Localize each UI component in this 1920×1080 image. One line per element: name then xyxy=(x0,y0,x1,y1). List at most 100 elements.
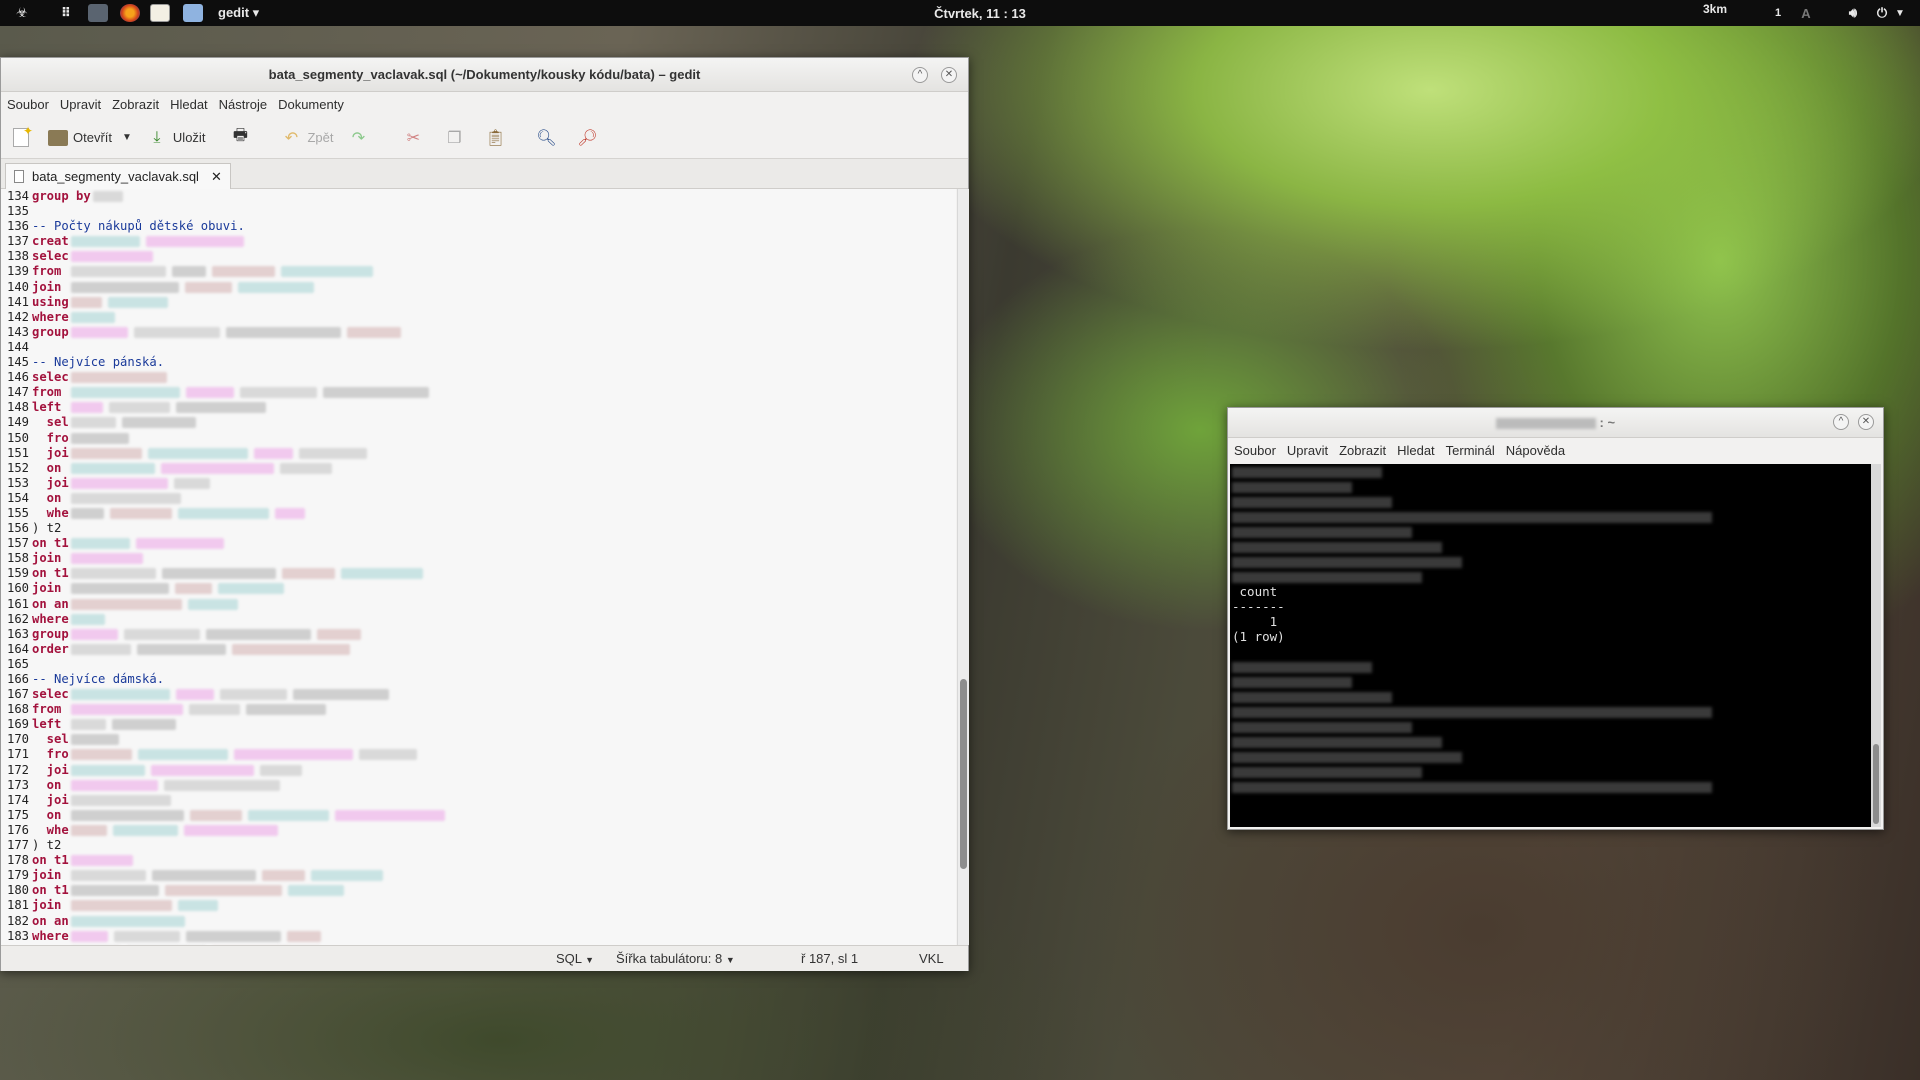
redacted-code xyxy=(112,824,178,836)
save-label: Uložit xyxy=(172,130,206,145)
tab-document[interactable]: bata_segmenty_vaclavak.sql ✕ xyxy=(5,163,231,189)
volume-icon[interactable]: 🔊︎ xyxy=(1845,0,1861,26)
terminal-launcher-icon[interactable] xyxy=(88,4,108,22)
term-menu-napoveda[interactable]: Nápověda xyxy=(1506,443,1565,458)
print-button[interactable]: 🖶︎ xyxy=(229,127,256,149)
redacted-code xyxy=(219,689,287,701)
line-number: 158 xyxy=(7,551,30,566)
paste-button[interactable]: 📋︎ xyxy=(484,127,511,149)
term-menu-terminal[interactable]: Terminál xyxy=(1446,443,1495,458)
code-line: 175 on xyxy=(1,808,956,823)
code-line: 152 on xyxy=(1,461,956,476)
new-document-button[interactable]: ✦ xyxy=(13,124,34,147)
menu-upravit[interactable]: Upravit xyxy=(60,97,101,112)
term-menu-zobrazit[interactable]: Zobrazit xyxy=(1339,443,1386,458)
code-line: 169 left xyxy=(1,717,956,732)
redacted-code xyxy=(70,689,170,701)
scrollbar-thumb[interactable] xyxy=(960,679,967,869)
redacted-code xyxy=(70,583,169,595)
redacted-code xyxy=(70,432,129,444)
app-menu[interactable]: gedit ▾ xyxy=(218,0,259,26)
open-recent-dropdown[interactable]: ▼ xyxy=(122,132,132,143)
editor-scrollbar[interactable] xyxy=(957,189,969,945)
code-line: 153 joi xyxy=(1,476,956,491)
redacted-code xyxy=(205,628,311,640)
power-icon[interactable]: ⏻ xyxy=(1874,0,1890,26)
menu-zobrazit[interactable]: Zobrazit xyxy=(112,97,159,112)
gedit-launcher-icon[interactable] xyxy=(150,4,170,22)
term-menu-hledat[interactable]: Hledat xyxy=(1397,443,1435,458)
redacted-code xyxy=(187,598,238,610)
term-menu-upravit[interactable]: Upravit xyxy=(1287,443,1328,458)
terminal-screen[interactable]: count ------- 1 (1 row) xyxy=(1230,464,1873,827)
find-replace-button[interactable]: 🔎︎ xyxy=(576,127,603,149)
redacted-code xyxy=(135,538,224,550)
redacted-code xyxy=(150,764,254,776)
find-button[interactable]: 🔍︎ xyxy=(535,127,562,149)
line-number: 134 xyxy=(7,189,30,203)
code-keyword: join xyxy=(32,898,69,913)
weather-indicator[interactable]: 3km xyxy=(1690,0,1740,22)
redacted-code xyxy=(70,915,185,927)
redacted-code xyxy=(70,613,105,625)
undo-button[interactable]: ↶ Zpět xyxy=(280,127,334,149)
clock[interactable]: Čtvrtek, 11 : 13 xyxy=(900,0,1060,26)
power-menu-arrow-icon[interactable]: ▼ xyxy=(1893,0,1907,26)
language-selector[interactable]: SQL ▼ xyxy=(556,951,594,966)
code-keyword: sel xyxy=(32,415,69,430)
redacted-code xyxy=(70,930,108,942)
cut-button[interactable]: ✂ xyxy=(402,127,429,149)
code-line: 176 whe xyxy=(1,823,956,838)
terminal-minimize-button[interactable]: ^ xyxy=(1833,414,1849,430)
activities-icon[interactable]: ☣ xyxy=(12,0,32,26)
code-line: 158 join xyxy=(1,551,956,566)
box-launcher-icon[interactable] xyxy=(183,4,203,22)
code-line: 174 joi xyxy=(1,793,956,808)
line-number: 173 xyxy=(7,777,30,792)
keyboard-icon[interactable]: A xyxy=(1798,0,1814,26)
code-line: 167 selec xyxy=(1,687,956,702)
line-number: 135 xyxy=(7,204,30,219)
code-editor[interactable]: 134 group by 135 136 -- Počty nákupů dětské … xyxy=(1,189,956,945)
redacted-code xyxy=(231,643,350,655)
line-number: 180 xyxy=(7,883,30,898)
close-tab-icon[interactable]: ✕ xyxy=(211,169,222,185)
gedit-titlebar[interactable]: bata_segmenty_vaclavak.sql (~/Dokumenty/… xyxy=(1,58,968,92)
code-line: 182 on an xyxy=(1,914,956,929)
term-menu-soubor[interactable]: Soubor xyxy=(1234,443,1276,458)
app-grid-icon[interactable]: ⠿ xyxy=(56,0,76,26)
redacted-code xyxy=(173,477,210,489)
insert-mode: VKL xyxy=(919,951,944,966)
code-keyword: joi xyxy=(32,792,69,807)
menu-dokumenty[interactable]: Dokumenty xyxy=(278,97,344,112)
redacted-code xyxy=(70,749,132,761)
code-line: 151 joi xyxy=(1,446,956,461)
code-keyword: join xyxy=(32,279,69,294)
menu-hledat[interactable]: Hledat xyxy=(170,97,208,112)
tab-width-selector[interactable]: Šířka tabulátoru: 8 ▼ xyxy=(616,951,735,966)
redacted-code xyxy=(70,734,119,746)
terminal-scrollbar-thumb[interactable] xyxy=(1873,744,1879,824)
menu-soubor[interactable]: Soubor xyxy=(7,97,49,112)
terminal-close-button[interactable]: ✕ xyxy=(1858,414,1874,430)
terminal-titlebar[interactable]: : ~ ^ ✕ xyxy=(1228,408,1883,438)
redacted-code xyxy=(70,704,183,716)
firefox-launcher-icon[interactable] xyxy=(120,4,140,22)
line-number: 150 xyxy=(7,430,30,445)
workspace-indicator[interactable]: 1 xyxy=(1770,0,1786,26)
open-button[interactable]: Otevřít xyxy=(48,129,112,146)
save-button[interactable]: ⤓ Uložit xyxy=(146,127,206,149)
terminal-scrollbar[interactable] xyxy=(1871,464,1881,827)
menu-nastroje[interactable]: Nástroje xyxy=(219,97,267,112)
copy-button[interactable]: ❐ xyxy=(443,127,470,149)
close-window-button[interactable]: ✕ xyxy=(941,67,957,83)
line-number: 172 xyxy=(7,762,30,777)
code-line: 149 sel xyxy=(1,415,956,430)
minimize-button[interactable]: ^ xyxy=(912,67,928,83)
code-keyword: joi xyxy=(32,445,69,460)
code-keyword: fro xyxy=(32,747,69,762)
redacted-code xyxy=(147,447,248,459)
code-line: 181 join xyxy=(1,898,956,913)
redo-button[interactable]: ↷ xyxy=(347,127,374,149)
terminal-title: : ~ xyxy=(1228,415,1883,430)
